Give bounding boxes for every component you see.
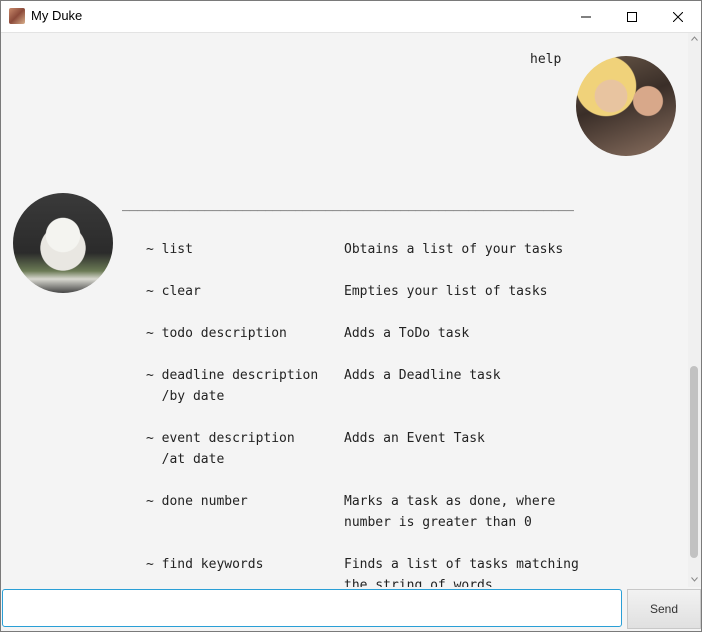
scrollbar-thumb[interactable] <box>690 366 698 558</box>
command-row: ~ list Obtains a list of your tasks <box>146 239 604 260</box>
command-description: Marks a task as done, where number is gr… <box>344 494 556 530</box>
app-avatar-icon <box>9 8 25 24</box>
command-description: Adds an Event Task <box>344 431 485 446</box>
command-name: ~ todo description <box>146 326 287 341</box>
command-name: ~ event description /at date <box>146 431 295 467</box>
command-row: ~ clear Empties your list of tasks <box>146 281 604 302</box>
command-name: ~ find keywords <box>146 557 264 572</box>
command-description: Adds a ToDo task <box>344 326 470 341</box>
title-bar[interactable]: My Duke <box>1 1 701 33</box>
command-row: ~ todo description Adds a ToDo task <box>146 323 604 344</box>
app-window: My Duke help ___________________________… <box>0 0 702 632</box>
close-icon <box>673 11 683 22</box>
bot-message-divider: ________________________________________… <box>122 197 574 212</box>
maximize-button[interactable] <box>609 1 655 32</box>
bot-avatar <box>13 193 113 293</box>
command-row: ~ event description /at date Adds an Eve… <box>146 428 604 470</box>
command-name: ~ done number <box>146 494 248 509</box>
command-description: Finds a list of tasks matching the strin… <box>344 557 579 587</box>
command-description: Empties your list of tasks <box>344 284 548 299</box>
command-name: ~ list <box>146 242 193 257</box>
command-row: ~ find keywords Finds a list of tasks ma… <box>146 554 604 587</box>
command-name: ~ deadline description /by date <box>146 368 319 404</box>
send-button[interactable]: Send <box>627 589 701 629</box>
window-title: My Duke <box>31 8 83 23</box>
user-avatar <box>576 56 676 156</box>
bot-message: ________________________________________… <box>122 197 579 587</box>
scroll-down-icon[interactable] <box>691 577 698 582</box>
command-description: Obtains a list of your tasks <box>344 242 564 257</box>
minimize-button[interactable] <box>563 1 609 32</box>
message-input[interactable] <box>2 589 622 627</box>
maximize-icon <box>627 11 637 22</box>
command-row: ~ done number Marks a task as done, wher… <box>146 491 604 533</box>
chat-scroll-pane[interactable]: help ___________________________________… <box>1 33 688 587</box>
scroll-up-icon[interactable] <box>691 36 698 41</box>
user-message: help <box>530 52 562 67</box>
command-name: ~ clear <box>146 284 201 299</box>
command-row: ~ deadline description /by date Adds a D… <box>146 365 604 407</box>
close-button[interactable] <box>655 1 701 32</box>
minimize-icon <box>581 16 591 17</box>
command-description: Adds a Deadline task <box>344 368 501 383</box>
vertical-scrollbar[interactable] <box>688 33 701 587</box>
